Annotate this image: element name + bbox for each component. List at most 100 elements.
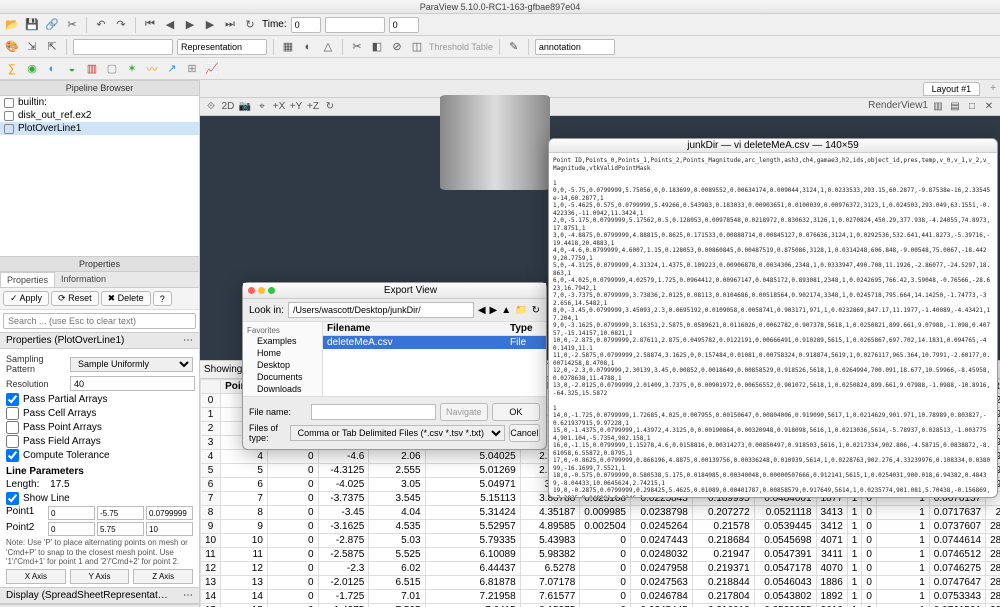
fav-desktop[interactable]: Desktop — [245, 359, 320, 371]
section-display[interactable]: Display (SpreadSheetRepresentat… — [6, 590, 168, 601]
chk-field[interactable] — [6, 435, 19, 448]
warp-filter-icon[interactable]: ↗ — [164, 61, 180, 77]
p2y-input[interactable] — [97, 522, 144, 536]
resolution-input[interactable] — [70, 376, 195, 391]
surface-icon[interactable]: ◐ — [300, 39, 316, 55]
contour-filter-icon[interactable]: ◉ — [24, 61, 40, 77]
first-frame-icon[interactable]: ⏮ — [142, 17, 158, 33]
yaxis-button[interactable]: Y Axis — [70, 569, 130, 584]
visibility-icon[interactable] — [4, 124, 14, 134]
fav-documents[interactable]: Documents — [245, 371, 320, 383]
ok-button[interactable]: OK — [492, 403, 540, 421]
axis-z-icon[interactable]: +Z — [306, 100, 320, 114]
plotoverline-icon[interactable]: 📈 — [204, 61, 220, 77]
chk-cell[interactable] — [6, 407, 19, 420]
file-listing[interactable]: FilenameType deleteMeA.csvFile — [323, 322, 546, 396]
wireframe-icon[interactable]: △ — [320, 39, 336, 55]
filename-input[interactable] — [311, 404, 436, 420]
file-row-selected[interactable]: deleteMeA.csvFile — [323, 336, 546, 350]
rescale-custom-icon[interactable]: ⇱ — [44, 39, 60, 55]
zaxis-button[interactable]: Z Axis — [133, 569, 193, 584]
maximize-icon[interactable]: □ — [965, 100, 979, 114]
sampling-select[interactable]: Sample Uniformly — [70, 357, 193, 372]
tab-information[interactable]: Information — [55, 272, 112, 287]
chk-showline[interactable] — [6, 492, 19, 505]
colormap-icon[interactable]: 🎨 — [4, 39, 20, 55]
disconnect-icon[interactable]: ✂ — [64, 17, 80, 33]
axis-y-icon[interactable]: +Y — [289, 100, 303, 114]
chk-tolerance[interactable] — [6, 449, 19, 462]
p1x-input[interactable] — [48, 506, 95, 520]
close-icon[interactable] — [248, 287, 255, 294]
open-icon[interactable]: 📂 — [4, 17, 20, 33]
pipeline-item-builtin[interactable]: builtin: — [0, 96, 199, 109]
view-2d-icon[interactable]: 2D — [221, 100, 235, 114]
terminal-content[interactable]: Point ID,Points_0,Points_1,Points_2,Poin… — [549, 153, 997, 497]
clip-icon[interactable]: ◧ — [369, 39, 385, 55]
apply-button[interactable]: ✓ Apply — [3, 291, 49, 306]
back-icon[interactable]: ◀ — [478, 305, 486, 316]
add-tab-icon[interactable]: + — [990, 83, 996, 94]
threshold-icon[interactable]: ◫ — [409, 39, 425, 55]
xaxis-button[interactable]: X Axis — [6, 569, 66, 584]
next-frame-icon[interactable]: ▶ — [202, 17, 218, 33]
zoom-icon[interactable] — [268, 287, 275, 294]
visibility-icon[interactable] — [4, 111, 14, 121]
fav-downloads[interactable]: Downloads — [245, 383, 320, 395]
split-h-icon[interactable]: ▥ — [931, 100, 945, 114]
p1y-input[interactable] — [97, 506, 144, 520]
newfolder-icon[interactable]: 📁 — [515, 305, 527, 316]
camera-icon[interactable]: 📷 — [238, 100, 252, 114]
split-v-icon[interactable]: ▤ — [948, 100, 962, 114]
forward-icon[interactable]: ▶ — [490, 305, 498, 316]
visibility-icon[interactable] — [4, 98, 14, 108]
axis-x-icon[interactable]: +X — [272, 100, 286, 114]
filetype-select[interactable]: Comma or Tab Delimited Files (*.csv *.ts… — [290, 425, 505, 441]
minimize-icon[interactable] — [258, 287, 265, 294]
fav-home[interactable]: Home — [245, 347, 320, 359]
tab-properties[interactable]: Properties — [0, 272, 55, 287]
prev-frame-icon[interactable]: ◀ — [162, 17, 178, 33]
connect-icon[interactable]: 🔗 — [44, 17, 60, 33]
time-input[interactable] — [291, 17, 321, 33]
rotate-icon[interactable]: ↻ — [323, 100, 337, 114]
view-3d-icon[interactable]: ⟐ — [204, 100, 218, 114]
help-button[interactable]: ? — [153, 291, 172, 306]
chk-point[interactable] — [6, 421, 19, 434]
delete-button[interactable]: ✖ Delete — [101, 291, 151, 306]
fav-examples[interactable]: Examples — [245, 335, 320, 347]
refresh-icon[interactable]: ↻ — [532, 305, 540, 316]
rescale-icon[interactable]: ⇲ — [24, 39, 40, 55]
time-index-input[interactable] — [389, 17, 419, 33]
cancel-button[interactable]: Cancel — [509, 424, 540, 442]
calculator-filter-icon[interactable]: ∑ — [4, 61, 20, 77]
layout-tab[interactable]: Layout #1 — [923, 82, 981, 96]
last-frame-icon[interactable]: ⏭ — [222, 17, 238, 33]
lookin-input[interactable] — [288, 302, 474, 318]
stream-filter-icon[interactable]: 〰 — [144, 61, 160, 77]
p1z-input[interactable] — [146, 506, 193, 520]
slice-icon[interactable]: ⊘ — [389, 39, 405, 55]
pipeline-tree[interactable]: builtin: disk_out_ref.ex2 PlotOverLine1 — [0, 96, 199, 256]
undo-icon[interactable]: ↶ — [93, 17, 109, 33]
close-view-icon[interactable]: ✕ — [982, 100, 996, 114]
section-properties[interactable]: Properties (PlotOverLine1) — [6, 335, 124, 346]
slice-filter-icon[interactable]: ◒ — [64, 61, 80, 77]
clip-filter-icon[interactable]: ◐ — [44, 61, 60, 77]
navigate-button[interactable]: Navigate — [440, 403, 488, 421]
extract-icon[interactable]: ✂ — [349, 39, 365, 55]
p2x-input[interactable] — [48, 522, 95, 536]
property-search-input[interactable] — [3, 313, 196, 329]
annotation-input[interactable] — [535, 39, 615, 55]
chk-partial[interactable] — [6, 393, 19, 406]
pipeline-item-plotoverline[interactable]: PlotOverLine1 — [0, 122, 199, 135]
mesh-icon[interactable]: ▦ — [280, 39, 296, 55]
glyph-filter-icon[interactable]: ✶ — [124, 61, 140, 77]
pipeline-item-source[interactable]: disk_out_ref.ex2 — [0, 109, 199, 122]
threshold-filter-icon[interactable]: ▥ — [84, 61, 100, 77]
extract-filter-icon[interactable]: ▢ — [104, 61, 120, 77]
representation-selector[interactable] — [177, 39, 267, 55]
calculator-icon[interactable]: ✎ — [506, 39, 522, 55]
reset-camera-icon[interactable]: ⌖ — [255, 100, 269, 114]
save-icon[interactable]: 💾 — [24, 17, 40, 33]
